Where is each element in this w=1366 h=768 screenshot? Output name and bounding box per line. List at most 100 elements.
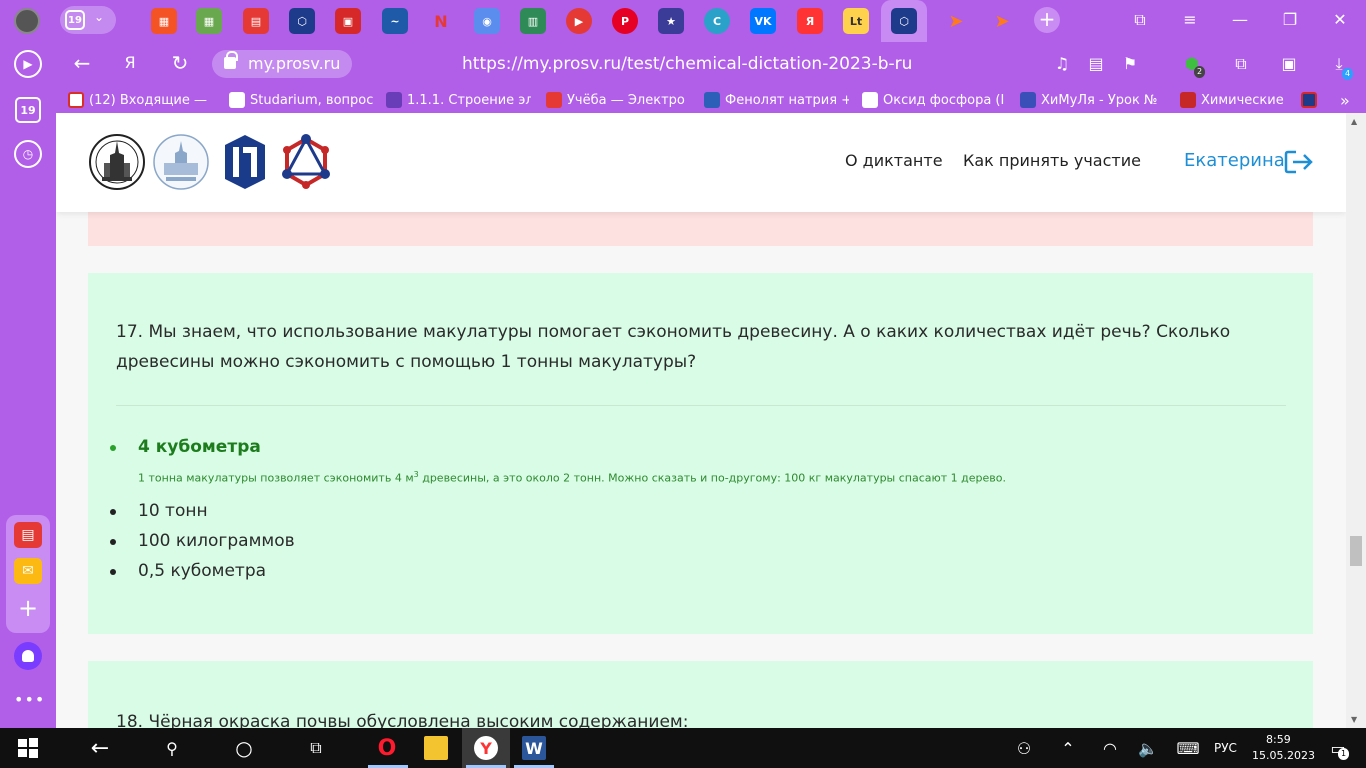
chemistry-faculty-logo[interactable] bbox=[152, 133, 210, 191]
tab-collections-icon[interactable]: ⧉ bbox=[1128, 10, 1152, 30]
task-view-icon[interactable]: ⧉ bbox=[304, 736, 328, 760]
chevron-down-icon: ⌄ bbox=[94, 10, 105, 24]
answer-option[interactable]: 10 тонн bbox=[110, 501, 208, 521]
chem-ac-icon bbox=[704, 92, 720, 108]
reader-icon[interactable]: ▤ bbox=[1085, 54, 1107, 73]
reload-icon[interactable]: ↻ bbox=[168, 52, 192, 76]
clock-date[interactable]: 15.05.2023 bbox=[1252, 749, 1315, 762]
tab-vk-icon[interactable]: VK bbox=[750, 8, 776, 34]
tab-microsoft2-icon[interactable]: ▦ bbox=[196, 8, 222, 34]
keyboard-icon[interactable]: ⌨ bbox=[1176, 736, 1200, 760]
tab-star-icon[interactable]: ★ bbox=[658, 8, 684, 34]
yandex-browser-icon[interactable]: Y bbox=[474, 736, 498, 760]
back-icon[interactable]: ← bbox=[70, 52, 94, 76]
show-hidden-icons[interactable]: ⌃ bbox=[1056, 736, 1080, 760]
history-clock-icon[interactable]: ◷ bbox=[14, 140, 42, 168]
more-icon[interactable]: ••• bbox=[14, 690, 44, 709]
add-app-icon[interactable]: + bbox=[14, 595, 42, 621]
language-indicator[interactable]: РУС bbox=[1214, 741, 1237, 755]
tab-wave-icon[interactable]: ~ bbox=[382, 8, 408, 34]
answer-option[interactable]: 0,5 кубометра bbox=[109, 561, 266, 581]
bookmarks-bar: (12) Входящие — Studarium, вопрос 1.1.1.… bbox=[56, 86, 1366, 113]
tab-play-icon[interactable]: ▶ bbox=[566, 8, 592, 34]
tab-yandex-icon[interactable]: Я bbox=[797, 8, 823, 34]
tab-book-icon[interactable]: ▥ bbox=[520, 8, 546, 34]
tab-globe-icon[interactable]: ◉ bbox=[474, 8, 500, 34]
tab-active-prosv[interactable]: ⬡ bbox=[881, 0, 927, 42]
menu-about[interactable]: О диктанте bbox=[845, 151, 943, 170]
search-icon[interactable]: ⚲ bbox=[160, 736, 184, 760]
tabs-menu-button[interactable]: 19 ⌄ bbox=[60, 6, 116, 34]
scroll-up-icon[interactable]: ▲ bbox=[1351, 117, 1357, 126]
tab-microsoft-icon[interactable]: ▦ bbox=[151, 8, 177, 34]
wifi-icon[interactable]: ◠ bbox=[1098, 736, 1122, 760]
tab-video-icon[interactable]: ▣ bbox=[335, 8, 361, 34]
windows-start-icon[interactable] bbox=[16, 736, 40, 760]
tab-lit-icon[interactable]: Lt bbox=[843, 8, 869, 34]
back-arrow-icon[interactable]: ← bbox=[88, 736, 112, 761]
yandex-home-icon[interactable]: Я bbox=[118, 52, 142, 76]
menu-icon[interactable]: ≡ bbox=[1178, 10, 1202, 29]
volume-icon[interactable]: 🔈 bbox=[1136, 736, 1160, 760]
cortana-icon[interactable]: ○ bbox=[232, 736, 256, 760]
bookmark-item[interactable]: Учёба — Электро bbox=[546, 90, 688, 110]
bookmark-item[interactable]: Химические bbox=[1180, 90, 1285, 110]
tab-paper-plane-icon[interactable]: ➤ bbox=[943, 8, 969, 34]
tab-n-icon[interactable]: N bbox=[428, 8, 454, 34]
bookmark-item[interactable]: Фенолят натрия + bbox=[704, 90, 849, 110]
flask-icon bbox=[1180, 92, 1196, 108]
mail-app-icon[interactable]: ✉ bbox=[14, 558, 42, 584]
profile-avatar[interactable] bbox=[14, 8, 40, 34]
bookmark-item[interactable]: Studarium, вопрос bbox=[229, 90, 374, 110]
new-tab-button[interactable]: + bbox=[1034, 7, 1060, 33]
user-name-link[interactable]: Екатерина bbox=[1184, 150, 1285, 171]
page-scrollbar[interactable]: ▲ ▼ bbox=[1346, 113, 1366, 728]
opera-icon[interactable]: O bbox=[375, 736, 399, 761]
tab-paper-plane2-icon[interactable]: ➤ bbox=[989, 8, 1015, 34]
site-host-chip[interactable]: my.prosv.ru bbox=[212, 50, 352, 78]
extension-badge: 2 bbox=[1194, 66, 1206, 78]
file-explorer-icon[interactable] bbox=[424, 736, 448, 760]
studarium-icon bbox=[229, 92, 245, 108]
tab-notes-icon[interactable]: ▤ bbox=[243, 8, 269, 34]
url-field[interactable]: https://my.prosv.ru/test/chemical-dictat… bbox=[462, 54, 912, 74]
minimize-icon[interactable]: — bbox=[1228, 10, 1252, 29]
more-bookmarks-icon[interactable]: » bbox=[1340, 90, 1356, 110]
answer-option-correct[interactable]: 4 кубометра bbox=[110, 437, 261, 457]
uk-flag-icon[interactable] bbox=[1301, 90, 1321, 110]
tab-count-icon[interactable]: 19 bbox=[15, 97, 41, 123]
restore-icon[interactable]: ❐ bbox=[1278, 10, 1302, 29]
headphones-icon[interactable]: ♫ bbox=[1051, 54, 1073, 73]
downloads-badge: 4 bbox=[1342, 68, 1354, 80]
close-icon[interactable]: ✕ bbox=[1328, 10, 1352, 29]
clock-time[interactable]: 8:59 bbox=[1266, 733, 1291, 746]
people-icon[interactable]: ⚇ bbox=[1012, 736, 1036, 760]
page-viewport: О диктанте Как принять участие Екатерина… bbox=[56, 113, 1346, 728]
answer-option[interactable]: 100 килограммов bbox=[110, 531, 295, 551]
tab-count: 19 bbox=[65, 10, 85, 30]
bookmark-item[interactable]: 1.1.1. Строение эл bbox=[386, 90, 531, 110]
bookmark-item[interactable]: Оксид фосфора (I bbox=[862, 90, 1007, 110]
bookmark-icon[interactable]: ⚑ bbox=[1119, 54, 1141, 73]
bookmark-item[interactable]: (12) Входящие — bbox=[68, 90, 213, 110]
active-tab-icon: ⬡ bbox=[891, 8, 917, 34]
logout-icon[interactable] bbox=[1284, 149, 1314, 175]
play-icon[interactable]: ▶ bbox=[14, 50, 42, 78]
scroll-thumb[interactable] bbox=[1350, 536, 1362, 566]
scroll-down-icon[interactable]: ▼ bbox=[1351, 715, 1357, 724]
tab-pinterest-icon[interactable]: P bbox=[612, 8, 638, 34]
notes-app-icon[interactable]: ▤ bbox=[14, 522, 42, 548]
collections-icon[interactable]: ⧉ bbox=[1230, 54, 1252, 74]
question-card-18: 18. Чёрная окраска почвы обусловлена выс… bbox=[88, 661, 1313, 728]
tab-cloud-icon[interactable]: C bbox=[704, 8, 730, 34]
word-icon[interactable]: W bbox=[522, 736, 546, 760]
msu-logo[interactable] bbox=[88, 133, 146, 191]
alice-assistant-icon[interactable] bbox=[14, 642, 42, 670]
tab-prosv-icon[interactable]: ⬡ bbox=[289, 8, 315, 34]
menu-how-to-participate[interactable]: Как принять участие bbox=[963, 151, 1141, 170]
previous-question-card bbox=[88, 212, 1313, 246]
bookmark-item[interactable]: ХиМуЛя - Урок № bbox=[1020, 90, 1165, 110]
prosveshchenie-logo[interactable] bbox=[223, 133, 267, 191]
chemical-dictation-logo[interactable] bbox=[279, 133, 333, 191]
word-ext-icon[interactable]: ▣ bbox=[1278, 54, 1300, 73]
